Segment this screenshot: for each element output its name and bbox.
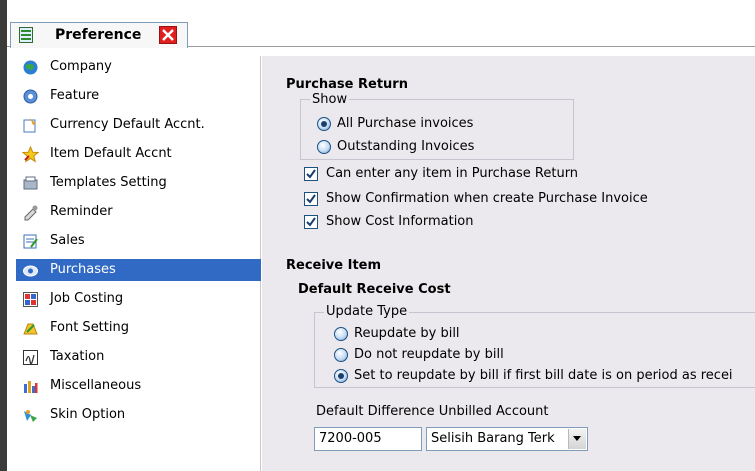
sidebar-item-currency-default-accnt[interactable]: Currency Default Accnt. <box>16 114 258 136</box>
sidebar-item-templates-setting[interactable]: Templates Setting <box>16 172 258 194</box>
sidebar-item-item-default-accnt[interactable]: Item Default Accnt <box>16 143 258 165</box>
all-purchase-invoices-radio[interactable] <box>317 117 331 131</box>
preference-sidebar: Company Feature Currency Default Accnt. … <box>7 56 261 471</box>
sidebar-item-reminder[interactable]: Reminder <box>16 201 258 223</box>
sidebar-item-label: Job Costing <box>50 291 124 306</box>
reminder-icon <box>22 204 39 221</box>
outstanding-invoices-radio[interactable] <box>317 140 331 154</box>
sidebar-item-company[interactable]: Company <box>16 56 258 78</box>
currency-icon <box>22 117 39 134</box>
show-cost-information-checkbox[interactable] <box>304 215 318 229</box>
document-icon <box>19 27 33 43</box>
reupdate-by-bill-label: Reupdate by bill <box>354 326 460 341</box>
purchases-settings-panel: Purchase Return Show All Purchase invoic… <box>262 56 755 471</box>
taxation-icon <box>22 349 39 366</box>
sidebar-item-label: Taxation <box>50 349 105 364</box>
globe-icon <box>22 59 39 76</box>
font-icon <box>22 320 39 337</box>
star-icon <box>21 145 40 163</box>
account-name-value: Selisih Barang Terk <box>431 431 555 446</box>
account-code-input[interactable]: 7200-005 <box>314 427 422 451</box>
gear-icon <box>22 88 39 105</box>
skin-icon <box>22 407 39 424</box>
sidebar-item-sales[interactable]: Sales <box>16 230 258 252</box>
job-costing-icon <box>22 291 39 308</box>
reupdate-first-bill-radio[interactable] <box>334 369 348 383</box>
reupdate-by-bill-radio[interactable] <box>334 327 348 341</box>
receive-item-heading: Receive Item <box>286 258 382 273</box>
chevron-down-icon[interactable] <box>568 429 586 449</box>
default-difference-account-label: Default Difference Unbilled Account <box>316 404 549 419</box>
sidebar-item-label: Reminder <box>50 204 113 219</box>
sidebar-item-skin-option[interactable]: Skin Option <box>16 404 258 426</box>
close-icon[interactable] <box>159 26 177 44</box>
templates-icon <box>22 175 39 192</box>
sidebar-item-label: Skin Option <box>50 407 126 422</box>
sidebar-item-label: Sales <box>50 233 85 248</box>
sales-icon <box>22 233 39 250</box>
sidebar-item-purchases[interactable]: Purchases <box>16 259 261 281</box>
sidebar-item-label: Company <box>50 59 112 74</box>
do-not-reupdate-radio[interactable] <box>334 348 348 362</box>
sidebar-item-label: Templates Setting <box>50 175 167 190</box>
show-confirmation-checkbox[interactable] <box>304 192 318 206</box>
sidebar-item-taxation[interactable]: Taxation <box>16 346 258 368</box>
sidebar-item-label: Currency Default Accnt. <box>50 117 205 132</box>
sidebar-item-label: Feature <box>50 88 100 103</box>
outstanding-invoices-label: Outstanding Invoices <box>337 139 475 154</box>
sidebar-item-label: Item Default Accnt <box>50 146 172 161</box>
sidebar-item-feature[interactable]: Feature <box>16 85 258 107</box>
sidebar-item-label: Font Setting <box>50 320 129 335</box>
tab-label: Preference <box>55 27 142 43</box>
show-confirmation-label: Show Confirmation when create Purchase I… <box>326 191 648 206</box>
account-name-select[interactable]: Selisih Barang Terk <box>426 427 588 451</box>
can-enter-any-item-checkbox[interactable] <box>304 167 318 181</box>
sidebar-item-font-setting[interactable]: Font Setting <box>16 317 258 339</box>
sidebar-item-miscellaneous[interactable]: Miscellaneous <box>16 375 258 397</box>
miscellaneous-icon <box>22 378 39 395</box>
update-type-legend: Update Type <box>324 304 410 319</box>
all-purchase-invoices-label: All Purchase invoices <box>337 116 474 131</box>
sidebar-item-job-costing[interactable]: Job Costing <box>16 288 258 310</box>
purchase-return-heading: Purchase Return <box>286 77 408 92</box>
tab-preference[interactable]: Preference <box>10 22 188 48</box>
sidebar-item-label: Purchases <box>50 262 116 277</box>
do-not-reupdate-label: Do not reupdate by bill <box>354 347 504 362</box>
can-enter-any-item-label: Can enter any item in Purchase Return <box>326 166 579 181</box>
window-left-border <box>0 0 7 471</box>
reupdate-first-bill-label: Set to reupdate by bill if first bill da… <box>354 368 733 383</box>
sidebar-item-label: Miscellaneous <box>50 378 142 393</box>
show-legend: Show <box>310 92 350 107</box>
default-receive-cost-heading: Default Receive Cost <box>298 282 451 297</box>
show-cost-information-label: Show Cost Information <box>326 214 474 229</box>
purchases-icon <box>22 262 39 279</box>
